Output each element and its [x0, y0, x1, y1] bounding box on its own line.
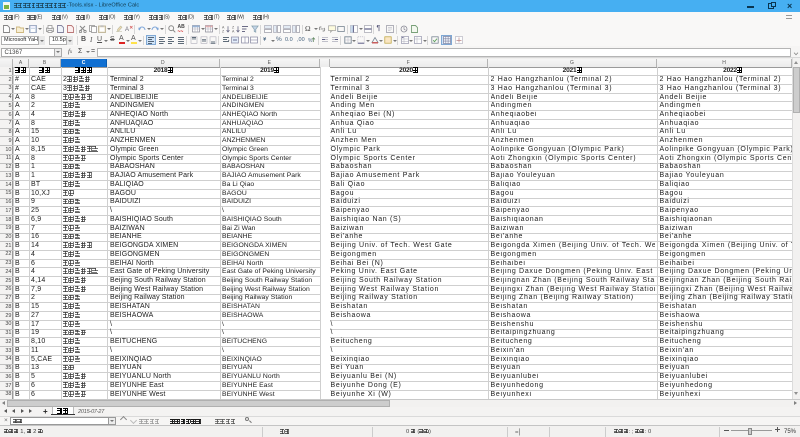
svg-text:A: A: [125, 27, 129, 33]
svg-text:Z: Z: [222, 29, 225, 32]
svg-text:A: A: [232, 29, 235, 32]
